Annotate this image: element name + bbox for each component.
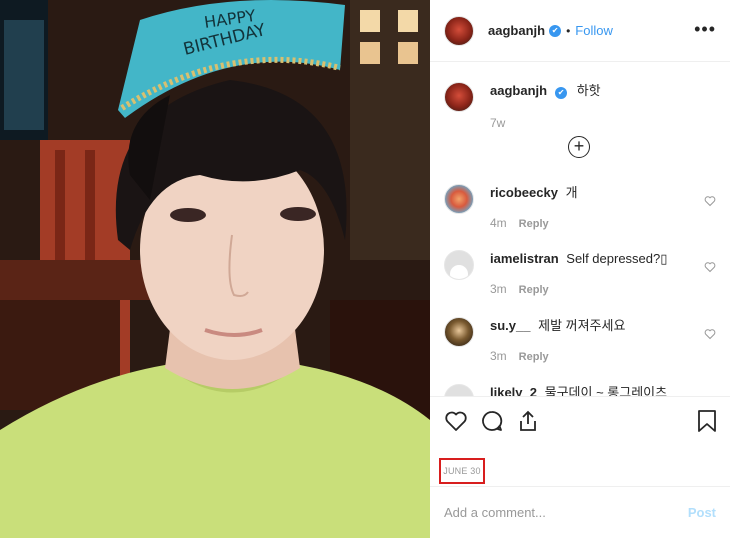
comment-time[interactable]: 3m <box>490 349 507 363</box>
list-item: ricobeecky 개 4m Reply <box>444 184 716 233</box>
caption-time[interactable]: 7w <box>490 116 505 130</box>
verified-icon: ✔ <box>555 87 568 99</box>
comment-text: 제발 꺼져주세요 <box>538 318 626 333</box>
separator-dot: • <box>566 23 571 38</box>
post-button[interactable]: Post <box>688 505 716 520</box>
comment-input[interactable] <box>444 505 688 520</box>
share-icon[interactable] <box>516 409 540 438</box>
bookmark-icon[interactable] <box>696 409 718 438</box>
post-photo[interactable]: HAPPY BIRTHDAY <box>0 0 430 538</box>
avatar[interactable] <box>444 184 474 214</box>
caption: aagbanjh ✔ 하핫 7w <box>444 82 716 132</box>
comment-icon[interactable] <box>480 409 504 438</box>
more-icon[interactable]: ••• <box>694 20 716 38</box>
comment-username[interactable]: ricobeecky <box>490 185 558 200</box>
reply-button[interactable]: Reply <box>519 218 549 230</box>
list-item: su.y__ 제발 꺼져주세요 3m Reply <box>444 317 716 366</box>
avatar[interactable] <box>444 82 474 112</box>
comment-time[interactable]: 3m <box>490 282 507 296</box>
comment-text: 개 <box>565 185 578 200</box>
photo-illustration: HAPPY BIRTHDAY <box>0 0 430 538</box>
list-item: iamelistran Self depressed?▯ 3m Reply <box>444 250 716 299</box>
comments-list[interactable]: aagbanjh ✔ 하핫 7w + ricobeecky 개 4m Reply i… <box>430 62 730 396</box>
avatar[interactable] <box>444 317 474 347</box>
avatar[interactable] <box>444 384 474 396</box>
avatar[interactable] <box>444 15 474 46</box>
follow-button[interactable]: Follow <box>575 23 613 38</box>
list-item: likely_2 물구데이 ~ 롱그레이츠 <box>444 384 716 396</box>
caption-username[interactable]: aagbanjh <box>490 83 547 98</box>
avatar[interactable] <box>444 250 474 280</box>
reply-button[interactable]: Reply <box>519 284 549 296</box>
post-date-label: JUNE 30 <box>443 466 481 476</box>
post-header: aagbanjh ✔ • Follow ••• <box>430 0 730 62</box>
heart-icon[interactable] <box>704 260 716 278</box>
comment-username[interactable]: iamelistran <box>490 251 559 266</box>
comment-time[interactable]: 4m <box>490 216 507 230</box>
action-bar <box>430 396 730 446</box>
post-date[interactable]: JUNE 30 <box>439 458 485 484</box>
heart-icon[interactable] <box>704 194 716 212</box>
post-detail-panel: aagbanjh ✔ • Follow ••• aagbanjh ✔ 하핫 7w … <box>430 0 730 538</box>
comment-username[interactable]: likely_2 <box>490 385 537 396</box>
comment-username[interactable]: su.y__ <box>490 318 530 333</box>
heart-icon[interactable] <box>704 327 716 345</box>
header-username[interactable]: aagbanjh <box>488 23 545 38</box>
caption-text: 하핫 <box>576 83 601 98</box>
heart-icon[interactable] <box>444 409 468 438</box>
verified-icon: ✔ <box>549 24 562 37</box>
comment-text: 물구데이 ~ 롱그레이츠 <box>544 385 668 396</box>
plus-circle-icon[interactable]: + <box>568 136 590 158</box>
add-comment-bar: Post <box>430 486 730 538</box>
comment-text: Self depressed?▯ <box>566 251 668 266</box>
reply-button[interactable]: Reply <box>519 351 549 363</box>
